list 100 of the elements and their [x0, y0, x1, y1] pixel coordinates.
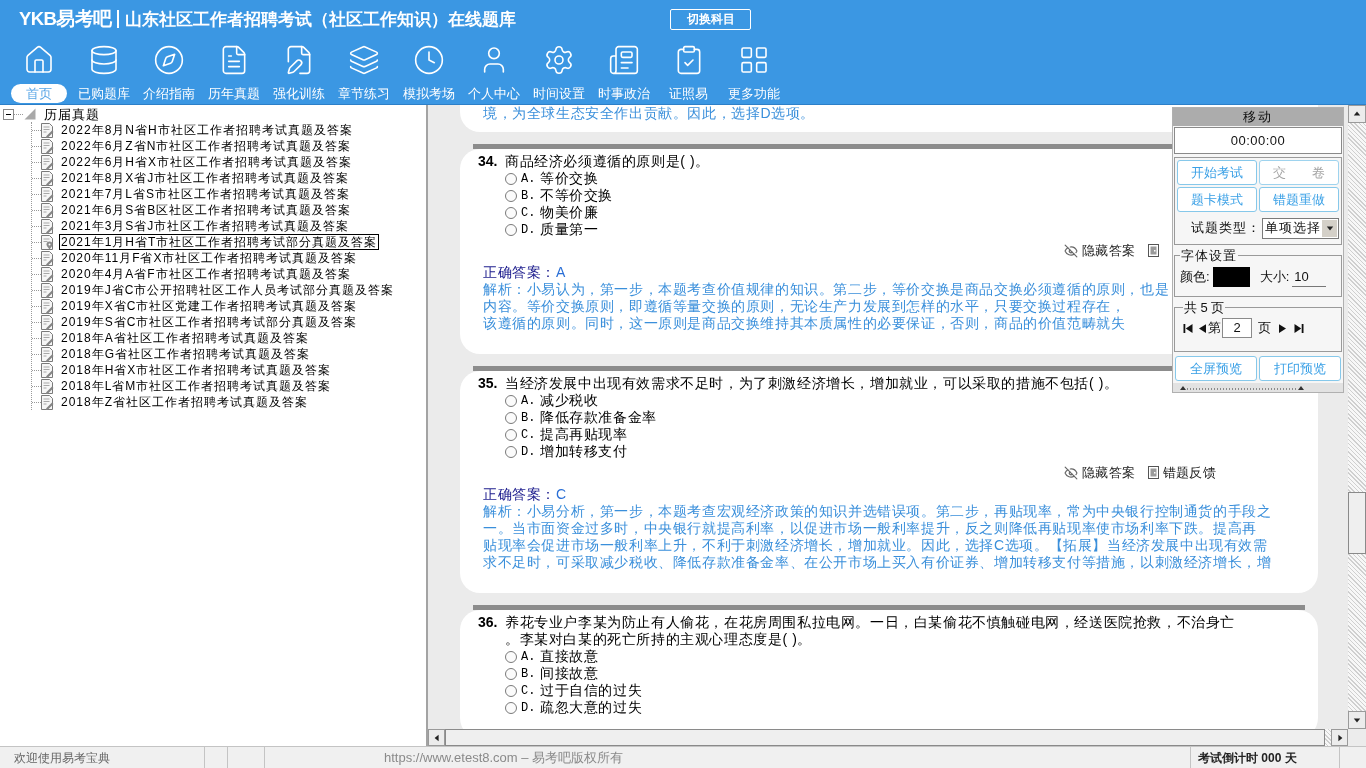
explanation-text: 一。当市面资金过多时，中央银行就提高利率，以促进市场一般利率提升，反之则降低再贴现率使市场利率下跌。提高再 [483, 520, 1257, 537]
triangle-left-icon[interactable] [1199, 323, 1206, 333]
radio-button[interactable] [505, 684, 517, 697]
size-field[interactable]: 10 [1292, 266, 1327, 287]
document-pencil-icon [41, 298, 54, 314]
app-logo: YKB易考吧 [19, 7, 112, 32]
compass-icon [152, 44, 185, 76]
tree-item[interactable]: 2021年8月X省J市社区工作者招聘考试真题及答案 [59, 170, 352, 186]
option-text: 减少税收 [540, 391, 599, 410]
option-letter: B. [521, 187, 537, 205]
option-letter: B. [521, 665, 537, 683]
feedback-button[interactable]: 错题反馈 [1147, 462, 1217, 483]
timer-display: 00:00:00 [1174, 127, 1342, 154]
option-letter: A. [521, 170, 537, 188]
radio-button[interactable] [505, 428, 517, 441]
option-text: 降低存款准备金率 [540, 408, 657, 427]
option-letter: B. [521, 409, 537, 427]
explanation-text: 境，为全球生态安全作出贡献。因此，选择D选项。 [483, 105, 815, 122]
option-letter: C. [521, 682, 537, 700]
tree-item[interactable]: 2019年X省C市社区党建工作者招聘考试真题及答案 [59, 298, 360, 314]
hide-answer-button[interactable]: 隐藏答案 [1064, 462, 1136, 483]
app-title: 山东社区工作者招聘考试（社区工作知识）在线题库 [125, 8, 517, 31]
collapse-toggle[interactable] [3, 108, 14, 120]
tree-item[interactable]: 2022年8月N省H市社区工作者招聘考试真题及答案 [59, 122, 355, 138]
radio-button[interactable] [505, 667, 517, 680]
tree-item[interactable]: 2019年S省C市社区工作者招聘考试部分真题及答案 [59, 314, 360, 330]
document-pencil-icon [41, 218, 54, 234]
tree-item[interactable]: 2020年4月A省F市社区工作者招聘考试真题及答案 [59, 266, 353, 282]
option-letter: A. [521, 392, 537, 410]
scroll-down-button[interactable] [1348, 711, 1366, 729]
radio-button[interactable] [505, 189, 517, 202]
tree-item[interactable]: 2018年L省M市社区工作者招聘考试真题及答案 [59, 378, 334, 394]
size-label: 大小: [1259, 267, 1290, 286]
group-title: 字体设置 [1180, 247, 1238, 265]
radio-button[interactable] [505, 411, 517, 424]
panel-title-bar[interactable]: 移动 [1173, 108, 1343, 126]
tree-item[interactable]: 2022年6月H省X市社区工作者招聘考试真题及答案 [59, 154, 355, 170]
feedback-button[interactable] [1147, 244, 1159, 257]
tree-item[interactable]: 2021年1月H省T市社区工作者招聘考试部分真题及答案 [59, 234, 380, 250]
bar-triangle-left-icon[interactable] [1183, 323, 1193, 333]
document-pencil-icon [41, 346, 54, 362]
tree-item[interactable]: 2019年J省C市公开招聘社区工作人员考试部分真题及答案 [59, 282, 397, 298]
tree-item[interactable]: 2018年Z省社区工作者招聘考试真题及答案 [59, 394, 311, 410]
triangle-bar-right-icon[interactable] [1294, 323, 1304, 333]
scroll-up-button[interactable] [1348, 105, 1366, 123]
welcome-text: 欢迎使用易考宝典 [14, 749, 110, 767]
option-text: 过于自信的过失 [540, 681, 643, 700]
option-letter: D. [521, 699, 537, 717]
document-pencil-icon [41, 330, 54, 346]
question-number: 35. [478, 375, 499, 392]
question-text: 商品经济必须遵循的原则是( )。 [505, 153, 710, 170]
option-text: 等价交换 [540, 169, 599, 188]
document-pencil-icon [41, 314, 54, 330]
option-text: 直接故意 [540, 647, 599, 666]
radio-button[interactable] [505, 206, 517, 219]
page-field[interactable]: 2 [1222, 318, 1252, 338]
color-swatch[interactable] [1212, 266, 1250, 287]
radio-button[interactable] [505, 394, 517, 407]
document-pencil-icon [41, 394, 54, 410]
radio-button[interactable] [505, 650, 517, 663]
hide-answer-button[interactable]: 隐藏答案 [1064, 240, 1136, 261]
document-pencil-icon [41, 154, 54, 170]
tree-item[interactable]: 2021年6月S省B区社区工作者招聘考试真题及答案 [59, 202, 354, 218]
tree-item[interactable]: 2018年A省社区工作者招聘考试真题及答案 [59, 330, 311, 346]
tree-item[interactable]: 2018年H省X市社区工作者招聘考试真题及答案 [59, 362, 334, 378]
radio-button[interactable] [505, 223, 517, 236]
triangle-down-icon [1353, 716, 1361, 724]
eye-slash-icon [1064, 243, 1078, 258]
tree-item[interactable]: 2018年G省社区工作者招聘考试真题及答案 [59, 346, 313, 362]
scroll-right-button[interactable] [1331, 729, 1348, 746]
tree-item[interactable]: 2022年6月Z省N市社区工作者招聘考试真题及答案 [59, 138, 354, 154]
scroll-left-button[interactable] [428, 729, 445, 746]
document-pencil-icon [41, 250, 54, 266]
radio-button[interactable] [505, 445, 517, 458]
question-number: 36. [478, 614, 499, 632]
radio-button[interactable] [505, 701, 517, 714]
tree-node[interactable]: 历届真题 [44, 106, 100, 122]
countdown-text: 考试倒计时 000 天 [1198, 749, 1297, 767]
document-pin-icon [41, 234, 54, 250]
type-select[interactable]: 单项选择 [1262, 217, 1339, 239]
option-letter: C. [521, 204, 537, 222]
radio-button[interactable] [505, 172, 517, 185]
triangle-right-icon [1335, 733, 1344, 742]
tree-item[interactable]: 2021年3月S省J市社区工作者招聘考试真题及答案 [59, 218, 352, 234]
document-pencil-icon [41, 186, 54, 202]
option-text: 疏忽大意的过失 [540, 698, 643, 717]
document-pencil-icon [41, 138, 54, 154]
question-text: 当经济发展中出现有效需求不足时，为了刺激经济增长，增加就业，可以采取的措施不包括( )。 [505, 375, 1119, 392]
clock-icon [412, 44, 445, 76]
caret-icon [1322, 219, 1337, 237]
tree-item[interactable]: 2021年7月L省S市社区工作者招聘考试真题及答案 [59, 186, 353, 202]
document-pencil-icon [41, 202, 54, 218]
question-number: 34. [478, 153, 499, 170]
eye-slash-icon [1064, 465, 1078, 480]
scrollbar-thumb[interactable] [1348, 492, 1366, 554]
explanation-text: 解析：小易认为，第一步，本题考查价值规律的知识。第二步，等价交换是商品交换必须遵循的原则，也是 [483, 281, 1170, 298]
tree-item[interactable]: 2020年11月F省X市社区工作者招聘考试真题及答案 [59, 250, 360, 266]
copyright-text: https://www.etest8.com – 易考吧版权所有 [384, 748, 624, 767]
triangle-right-icon[interactable] [1279, 323, 1286, 333]
page-label: 页 [1258, 319, 1271, 338]
